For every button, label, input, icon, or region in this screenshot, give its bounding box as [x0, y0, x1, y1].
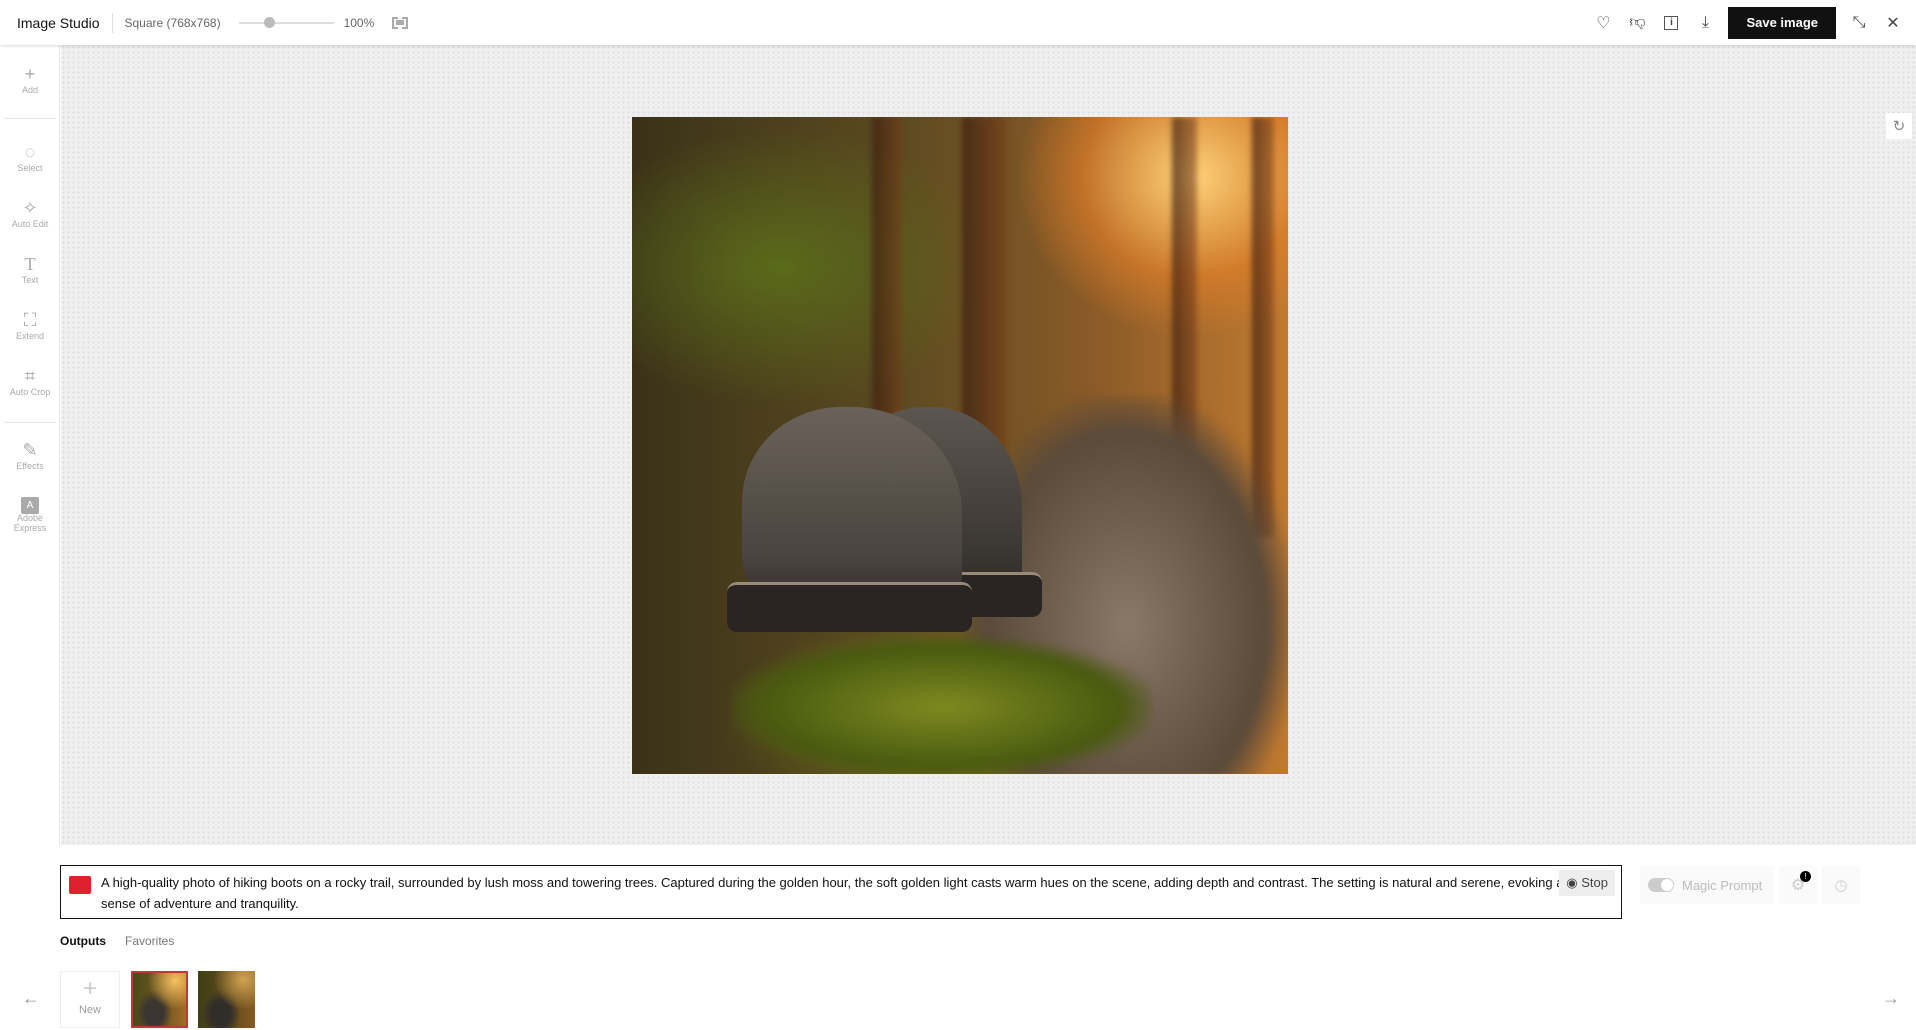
plus-icon: +: [82, 975, 97, 1002]
tool-sidebar: + Add ◌ Select ✧ Auto Edit T Text ⛶ Extend ⌗ A…: [0, 45, 60, 845]
tool-label: Effects: [16, 461, 44, 471]
download-icon[interactable]: ⤓: [1688, 6, 1722, 40]
sparkle-icon: ✧: [22, 198, 38, 218]
tool-label: Add: [21, 85, 38, 95]
divider: [4, 118, 56, 119]
tool-label: Auto Edit: [11, 219, 49, 229]
save-image-button[interactable]: Save image: [1728, 6, 1836, 39]
stop-button[interactable]: ◉ Stop: [1559, 870, 1615, 896]
stop-label: Stop: [1581, 875, 1608, 890]
tool-label: Select: [17, 163, 43, 173]
prompt-input[interactable]: A high-quality photo of hiking boots on …: [60, 865, 1622, 919]
tool-select[interactable]: ◌ Select: [0, 141, 60, 173]
toggle-switch[interactable]: [1648, 878, 1674, 892]
tool-extend[interactable]: ⛶ Extend: [0, 309, 60, 341]
refresh-icon[interactable]: ↻: [1886, 113, 1912, 139]
collapse-icon[interactable]: ⤡: [1842, 6, 1876, 40]
zoom-level: 100%: [343, 15, 375, 30]
tool-auto-crop[interactable]: ⌗ Auto Crop: [0, 365, 60, 397]
extend-icon: ⛶: [23, 310, 37, 330]
info-icon[interactable]: i: [1654, 6, 1688, 40]
heart-icon[interactable]: ♡: [1586, 6, 1620, 40]
output-thumbnail[interactable]: [198, 971, 255, 1028]
tool-label: Text: [21, 275, 39, 285]
tool-effects[interactable]: ✎ Effects: [0, 439, 60, 471]
clock-icon: ◷: [1834, 877, 1848, 894]
divider: [4, 422, 56, 423]
tool-text[interactable]: T Text: [0, 253, 60, 285]
adobe-express-icon: A: [0, 491, 60, 514]
stop-icon: ◉: [1566, 875, 1578, 890]
arrow-left-icon[interactable]: ←: [22, 988, 40, 1009]
app-title: Image Studio: [17, 12, 113, 33]
crop-icon: ⌗: [24, 366, 36, 386]
tab-favorites[interactable]: Favorites: [125, 934, 174, 948]
tab-outputs[interactable]: Outputs: [60, 934, 106, 948]
close-icon[interactable]: ✕: [1876, 6, 1910, 40]
effects-icon: ✎: [22, 440, 38, 460]
brand-logo: [69, 876, 91, 894]
history-button[interactable]: ◷: [1822, 866, 1860, 904]
prompt-text[interactable]: A high-quality photo of hiking boots on …: [101, 872, 1591, 914]
tool-label: Extend: [15, 331, 45, 341]
canvas-size-select[interactable]: Square (768x768): [125, 16, 221, 30]
thumbs-down-icon[interactable]: 👎︎: [1620, 6, 1654, 40]
text-icon: T: [24, 254, 36, 274]
select-icon: ◌: [24, 142, 36, 162]
tool-adobe-express[interactable]: A Adobe Express: [0, 491, 60, 533]
magic-prompt-toggle[interactable]: Magic Prompt: [1640, 866, 1774, 904]
settings-button[interactable]: ⚙!: [1779, 866, 1817, 904]
generated-image[interactable]: [632, 117, 1288, 774]
zoom-slider-knob[interactable]: [263, 16, 275, 28]
fit-screen-icon[interactable]: [392, 16, 409, 29]
new-label: New: [78, 1004, 101, 1016]
arrow-right-icon[interactable]: →: [1882, 988, 1900, 1009]
top-bar: Image Studio Square (768x768) 100% ♡ 👎︎ …: [0, 0, 1916, 45]
output-thumbnail-selected[interactable]: [131, 971, 188, 1028]
tool-label: Auto Crop: [9, 387, 51, 397]
zoom-slider[interactable]: [238, 16, 334, 28]
magic-prompt-label: Magic Prompt: [1682, 877, 1763, 893]
new-output-button[interactable]: + New: [60, 971, 120, 1028]
tool-label: Adobe Express: [13, 513, 47, 533]
plus-icon: +: [24, 64, 36, 84]
tool-add[interactable]: + Add: [0, 63, 60, 95]
tool-auto-edit[interactable]: ✧ Auto Edit: [0, 197, 60, 229]
notification-badge: !: [1800, 871, 1811, 882]
